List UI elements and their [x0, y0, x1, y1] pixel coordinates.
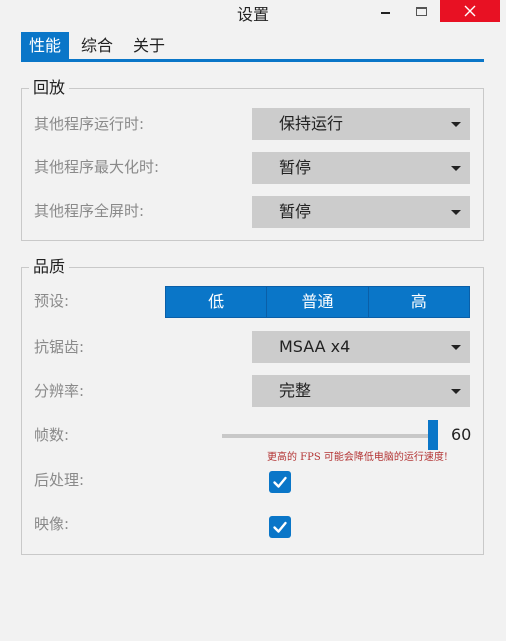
resolution-dropdown[interactable]: 完整	[252, 375, 470, 407]
other-app-fullscreen-label: 其他程序全屏时:	[34, 202, 145, 220]
maximize-button[interactable]	[409, 0, 433, 22]
dropdown-value: 暂停	[279, 158, 312, 177]
dropdown-arrow-icon	[451, 210, 461, 215]
dropdown-arrow-icon	[451, 166, 461, 171]
maximize-icon	[415, 6, 427, 16]
preset-high-button[interactable]: 高	[368, 287, 469, 317]
tab-general[interactable]: 综合	[73, 32, 121, 59]
other-app-running-dropdown[interactable]: 保持运行	[252, 108, 470, 140]
title-bar: 设置	[0, 0, 506, 24]
other-app-fullscreen-dropdown[interactable]: 暂停	[252, 196, 470, 228]
reflection-checkbox[interactable]	[269, 516, 291, 538]
reflection-label: 映像:	[34, 515, 70, 533]
preset-label: 预设:	[34, 292, 70, 310]
preset-normal-button[interactable]: 普通	[267, 287, 369, 317]
fps-warning-text: 更高的 FPS 可能会降低电脑的运行速度!	[267, 452, 448, 463]
tab-performance[interactable]: 性能	[21, 32, 70, 59]
dropdown-value: MSAA x4	[279, 337, 351, 356]
tab-bar: 性能 综合 关于	[21, 32, 484, 62]
checkmark-icon	[273, 521, 287, 533]
dropdown-arrow-icon	[451, 389, 461, 394]
minimize-icon	[380, 12, 390, 14]
playback-legend: 回放	[29, 77, 70, 99]
postprocess-checkbox[interactable]	[269, 471, 291, 493]
playback-group: 回放 其他程序运行时: 保持运行 其他程序最大化时: 暂停 其他程序全屏时: 暂…	[21, 77, 484, 241]
postprocess-label: 后处理:	[34, 471, 85, 489]
dropdown-value: 完整	[279, 381, 312, 400]
dropdown-arrow-icon	[451, 122, 461, 127]
other-app-maximized-dropdown[interactable]: 暂停	[252, 152, 470, 184]
checkmark-icon	[273, 476, 287, 488]
dropdown-value: 保持运行	[279, 114, 344, 133]
close-button[interactable]	[440, 0, 500, 22]
fps-slider-thumb[interactable]	[428, 420, 438, 450]
fps-slider-track[interactable]	[222, 434, 434, 438]
antialias-label: 抗锯齿:	[34, 338, 85, 356]
other-app-maximized-label: 其他程序最大化时:	[34, 158, 160, 176]
fps-label: 帧数:	[34, 426, 70, 444]
close-icon	[464, 5, 476, 17]
antialias-dropdown[interactable]: MSAA x4	[252, 331, 470, 363]
resolution-label: 分辨率:	[34, 382, 85, 400]
quality-legend: 品质	[29, 256, 70, 278]
minimize-button[interactable]	[374, 0, 396, 22]
tab-about[interactable]: 关于	[125, 32, 173, 59]
other-app-running-label: 其他程序运行时:	[34, 115, 145, 133]
quality-group: 品质 预设: 低 普通 高 抗锯齿: MSAA x4 分辨率: 完整 帧数: 6…	[21, 256, 484, 555]
dropdown-arrow-icon	[451, 345, 461, 350]
preset-low-button[interactable]: 低	[166, 287, 268, 317]
fps-value: 60	[451, 425, 472, 444]
preset-selector: 低 普通 高	[165, 286, 470, 318]
dropdown-value: 暂停	[279, 202, 312, 221]
